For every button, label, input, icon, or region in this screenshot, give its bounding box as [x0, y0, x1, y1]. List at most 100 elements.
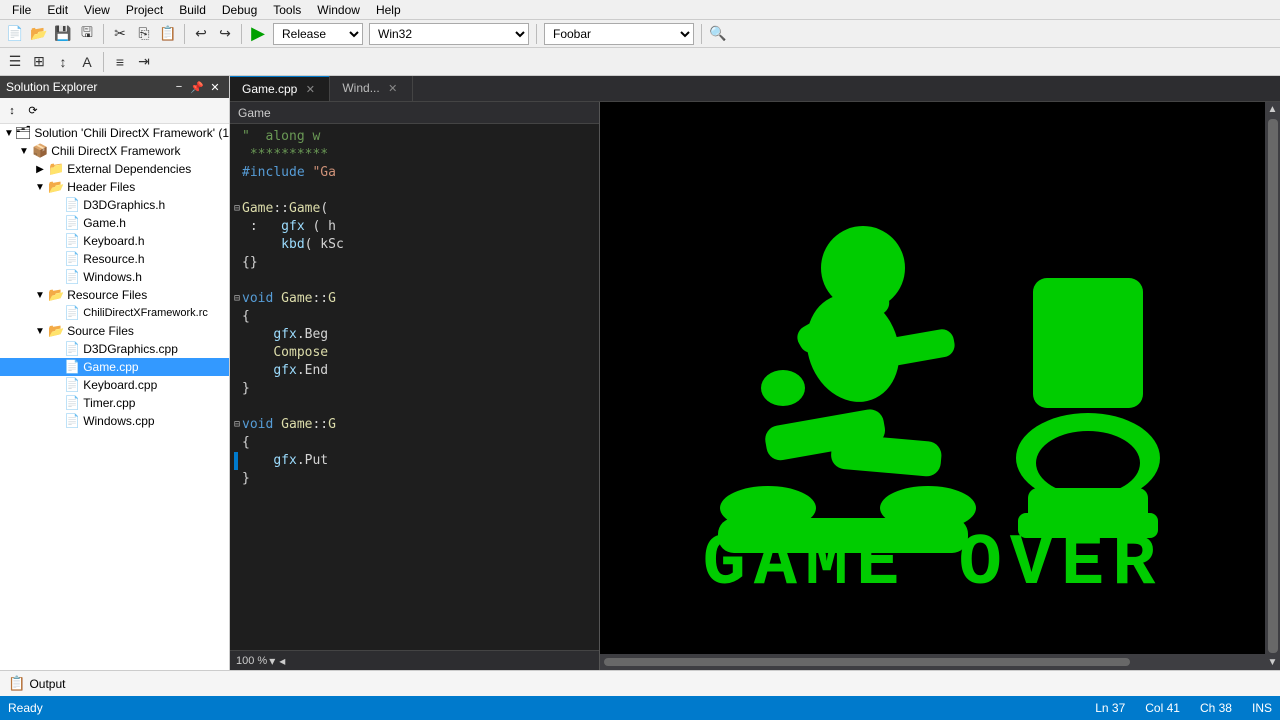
node-windows-cpp[interactable]: 📄 Windows.cpp	[0, 412, 229, 430]
panel-close-btn[interactable]: ✕	[207, 79, 223, 95]
redo-btn[interactable]: ↪	[214, 23, 236, 45]
menu-tools[interactable]: Tools	[265, 1, 309, 19]
panel-pin-btn[interactable]: 📌	[189, 79, 205, 95]
zoom-dropdown-btn[interactable]: ▾	[269, 654, 275, 668]
node-resource-h[interactable]: 📄 Resource.h	[0, 250, 229, 268]
open-btn[interactable]: 📂	[28, 23, 50, 45]
code-line: Compose	[234, 344, 595, 362]
tb2-btn1[interactable]: ☰	[4, 51, 26, 73]
code-line: }	[234, 380, 595, 398]
node-keyboard-cpp[interactable]: 📄 Keyboard.cpp	[0, 376, 229, 394]
scrollbar-thumb[interactable]	[604, 658, 1130, 666]
main-layout: Solution Explorer − 📌 ✕ ↕ ⟳ ▼ 🗂 Solution…	[0, 76, 1280, 670]
menu-file[interactable]: File	[4, 1, 39, 19]
output-panel: 📋 Output	[0, 670, 1280, 696]
paste-btn[interactable]: 📋	[157, 23, 179, 45]
scroll-up-btn[interactable]: ▲	[1266, 102, 1280, 117]
node-windows-h[interactable]: 📄 Windows.h	[0, 268, 229, 286]
node-d3dgraphics-cpp[interactable]: 📄 D3DGraphics.cpp	[0, 340, 229, 358]
solution-root[interactable]: ▼ 🗂 Solution 'Chili DirectX Framework' (…	[0, 124, 229, 142]
platform-dropdown[interactable]: Win32 x64	[369, 23, 529, 45]
left-code-panel: Game " along w **********	[230, 102, 600, 670]
project-expand-icon: ▼	[16, 146, 32, 157]
fold-icon	[234, 146, 240, 164]
node-game-cpp[interactable]: 📄 Game.cpp	[0, 358, 229, 376]
fold-indicator[interactable]: ⊟	[234, 200, 240, 218]
cpp-file-icon5: 📄	[64, 413, 80, 429]
node-header-files[interactable]: ▼ 📂 Header Files	[0, 178, 229, 196]
tb2-btn3[interactable]: ↕	[52, 51, 74, 73]
new-file-btn[interactable]: 📄	[4, 23, 26, 45]
zoom-scroll-left[interactable]: ◂	[279, 654, 285, 668]
undo-btn[interactable]: ↩	[190, 23, 212, 45]
menu-debug[interactable]: Debug	[214, 1, 265, 19]
se-sync-btn[interactable]: ↕	[2, 101, 22, 121]
status-text: Ready	[8, 701, 43, 715]
node-resource-files[interactable]: ▼ 📂 Resource Files	[0, 286, 229, 304]
source-folder-icon: 📂	[48, 323, 64, 339]
node-keyboard-h[interactable]: 📄 Keyboard.h	[0, 232, 229, 250]
node-timer-cpp[interactable]: 📄 Timer.cpp	[0, 394, 229, 412]
menu-view[interactable]: View	[76, 1, 118, 19]
code-text: : gfx ( h	[242, 218, 336, 236]
solution-tree: ▼ 🗂 Solution 'Chili DirectX Framework' (…	[0, 124, 229, 670]
breadcrumb-label: Game	[238, 106, 271, 120]
menu-project[interactable]: Project	[118, 1, 171, 19]
fold-indicator3[interactable]: ⊟	[234, 416, 240, 434]
cut-btn[interactable]: ✂	[109, 23, 131, 45]
tb2-btn2[interactable]: ⊞	[28, 51, 50, 73]
solution-icon: 🗂	[15, 125, 32, 141]
solution-explorer-title: Solution Explorer	[6, 80, 97, 94]
project-root[interactable]: ▼ 📦 Chili DirectX Framework	[0, 142, 229, 160]
editor-area: Game.cpp ✕ Wind... ✕ Game	[230, 76, 1280, 670]
tab-game-cpp[interactable]: Game.cpp ✕	[230, 76, 330, 101]
scroll-down-btn[interactable]: ▼	[1266, 655, 1280, 670]
folder-open-icon: 📂	[48, 179, 64, 195]
tab-windows-close[interactable]: ✕	[386, 81, 400, 95]
fold-indicator2[interactable]: ⊟	[234, 290, 240, 308]
code-text: void Game::G	[242, 290, 336, 308]
code-text: {	[242, 308, 250, 326]
chili-rc-label: ChiliDirectXFramework.rc	[83, 307, 208, 319]
menu-edit[interactable]: Edit	[39, 1, 76, 19]
menu-build[interactable]: Build	[171, 1, 214, 19]
node-external-deps[interactable]: ▶ 📁 External Dependencies	[0, 160, 229, 178]
se-refresh-btn[interactable]: ⟳	[23, 101, 43, 121]
d3dgraphics-cpp-label: D3DGraphics.cpp	[83, 342, 178, 356]
project-dropdown[interactable]: Foobar	[544, 23, 694, 45]
tb2-btn5[interactable]: ≡	[109, 51, 131, 73]
run-btn[interactable]: ▶	[247, 23, 269, 45]
tab-game-cpp-close[interactable]: ✕	[303, 82, 317, 96]
node-d3dgraphics-h[interactable]: 📄 D3DGraphics.h	[0, 196, 229, 214]
ext-deps-expand: ▶	[32, 164, 48, 175]
header-files-label: Header Files	[67, 180, 135, 194]
code-line: {}	[234, 254, 595, 272]
scrollbar-thumb-v[interactable]	[1268, 119, 1278, 653]
code-text: }	[242, 380, 250, 398]
vertical-scrollbar[interactable]: ▲ ▼	[1265, 102, 1280, 670]
node-chili-rc[interactable]: 📄 ChiliDirectXFramework.rc	[0, 304, 229, 322]
save-all-btn[interactable]: 🖫	[76, 23, 98, 45]
save-btn[interactable]: 💾	[52, 23, 74, 45]
configuration-dropdown[interactable]: Debug Release	[273, 23, 363, 45]
tb2-btn6[interactable]: ⇥	[133, 51, 155, 73]
menu-window[interactable]: Window	[309, 1, 368, 19]
menu-help[interactable]: Help	[368, 1, 409, 19]
preview-scrollbar[interactable]	[600, 654, 1265, 670]
source-files-label: Source Files	[67, 324, 134, 338]
node-game-h[interactable]: 📄 Game.h	[0, 214, 229, 232]
rc-file-icon: 📄	[64, 305, 80, 321]
panel-minimize-btn[interactable]: −	[171, 79, 187, 95]
split-area: Game " along w **********	[230, 102, 1280, 670]
copy-btn[interactable]: ⎘	[133, 23, 155, 45]
tb2-btn4[interactable]: A	[76, 51, 98, 73]
node-source-files[interactable]: ▼ 📂 Source Files	[0, 322, 229, 340]
code-text: Game::Game(	[242, 200, 328, 218]
code-text: kbd( kSc	[242, 236, 344, 254]
code-line: " along w	[234, 128, 595, 146]
keyboard-cpp-label: Keyboard.cpp	[83, 378, 157, 392]
search-btn[interactable]: 🔍	[707, 23, 729, 45]
tab-windows[interactable]: Wind... ✕	[330, 76, 412, 101]
status-ln: Ln 37	[1095, 701, 1125, 715]
code-text: {	[242, 434, 250, 452]
